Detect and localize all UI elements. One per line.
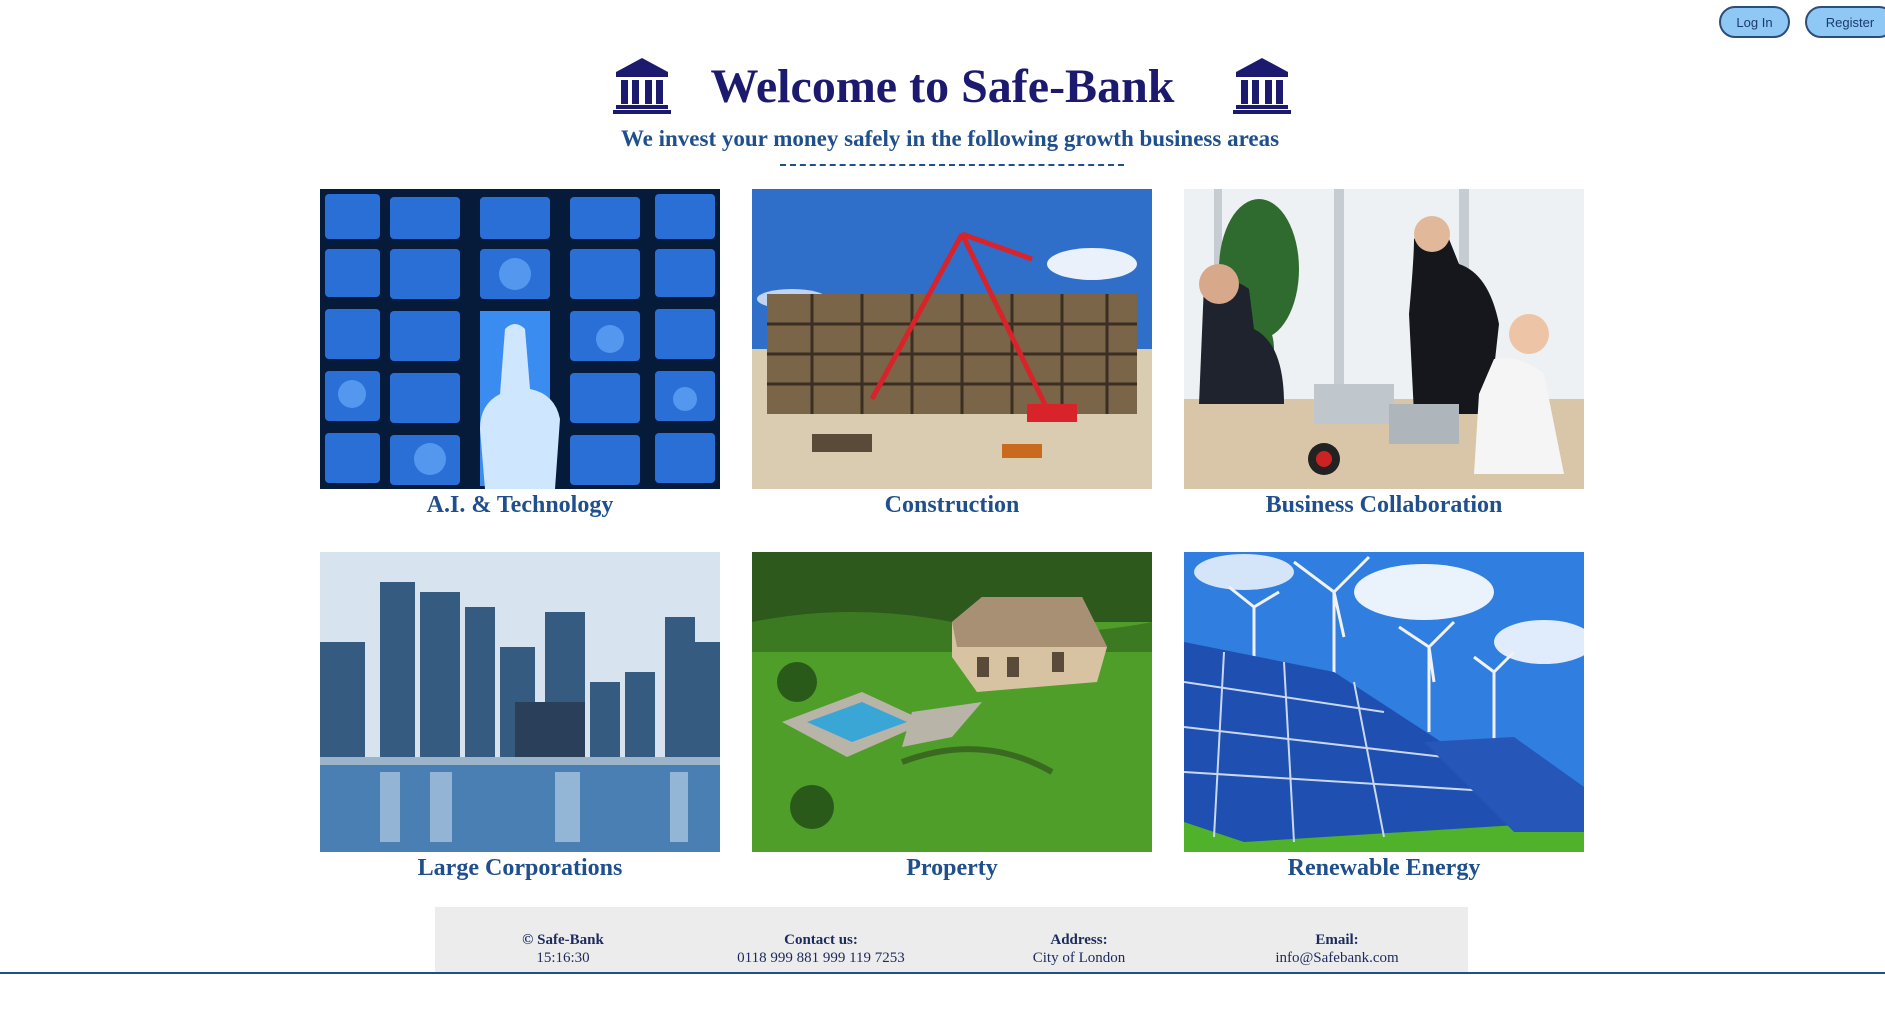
city-skyline-image xyxy=(320,552,720,852)
house-property-image xyxy=(752,552,1152,852)
solar-wind-image xyxy=(1184,552,1584,852)
email-heading: Email: xyxy=(1315,932,1359,948)
page-subtitle: We invest your money safely in the follo… xyxy=(620,126,1280,151)
footer-copyright: © Safe-Bank 15:16:30 xyxy=(453,931,673,967)
contact-heading: Contact us: xyxy=(784,932,858,948)
footer-address: Address: City of London xyxy=(969,931,1189,967)
dashed-divider xyxy=(780,164,1124,166)
tile-label: A.I. & Technology xyxy=(426,492,614,518)
footer-contact: Contact us: 0118 999 881 999 119 7253 xyxy=(711,931,931,967)
ai-technology-image xyxy=(320,189,720,489)
contact-phone: 0118 999 881 999 119 7253 xyxy=(737,950,905,966)
tile-label: Renewable Energy xyxy=(1287,855,1481,881)
tile-label: Construction xyxy=(884,492,1020,518)
tile-renewable-energy[interactable]: Renewable Energy xyxy=(1184,552,1584,882)
clock-time: 15:16:30 xyxy=(536,950,590,966)
business-meeting-image xyxy=(1184,189,1584,489)
tile-business-collaboration[interactable]: Business Collaboration xyxy=(1184,189,1584,519)
page-footer: © Safe-Bank 15:16:30 Contact us: 0118 99… xyxy=(435,907,1468,973)
footer-divider xyxy=(0,972,1885,974)
login-button[interactable]: Log In xyxy=(1719,6,1790,38)
page-header: Welcome to Safe-Bank xyxy=(0,52,1885,122)
copyright-text: © Safe-Bank xyxy=(522,932,604,948)
address-value: City of London xyxy=(1032,950,1126,966)
tile-label: Business Collaboration xyxy=(1265,492,1503,518)
page-title: Welcome to Safe-Bank xyxy=(710,60,1175,113)
tile-ai-technology[interactable]: A.I. & Technology xyxy=(320,189,720,519)
register-button[interactable]: Register xyxy=(1805,6,1885,38)
tile-label: Large Corporations xyxy=(417,855,623,881)
email-value[interactable]: info@Safebank.com xyxy=(1227,949,1447,967)
bank-icon xyxy=(1233,58,1291,114)
tile-construction[interactable]: Construction xyxy=(752,189,1152,519)
footer-email: Email: info@Safebank.com xyxy=(1227,931,1447,967)
construction-site-image xyxy=(752,189,1152,489)
address-heading: Address: xyxy=(1050,932,1108,948)
tile-label: Property xyxy=(906,855,998,881)
tile-large-corporations[interactable]: Large Corporations xyxy=(320,552,720,882)
tile-property[interactable]: Property xyxy=(752,552,1152,882)
